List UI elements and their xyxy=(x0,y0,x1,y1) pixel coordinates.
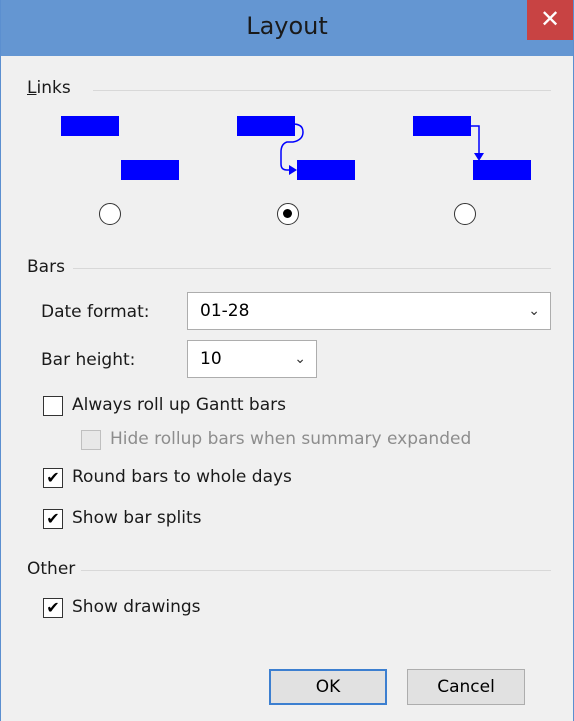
cancel-button[interactable]: Cancel xyxy=(407,669,525,705)
link-style-scurve-radio[interactable] xyxy=(277,203,299,225)
title-bar: Layout ✕ xyxy=(1,0,573,56)
other-section-label: Other xyxy=(27,559,76,579)
bar-height-value: 10 xyxy=(200,349,222,369)
bar-height-label: Bar height: xyxy=(41,350,136,370)
chevron-down-icon: ⌄ xyxy=(528,303,540,319)
link-style-straight-diagram[interactable] xyxy=(413,116,533,186)
date-format-select[interactable]: 01-28 ⌄ xyxy=(187,292,551,330)
hide-rollup-checkbox xyxy=(81,430,101,450)
ok-button[interactable]: OK xyxy=(269,669,387,705)
close-button[interactable]: ✕ xyxy=(527,0,573,40)
always-roll-up-label: Always roll up Gantt bars xyxy=(72,395,286,415)
link-style-straight-radio[interactable] xyxy=(454,203,476,225)
show-drawings-label: Show drawings xyxy=(72,597,201,617)
dialog-title: Layout xyxy=(246,12,328,40)
bars-section-label: Bars xyxy=(27,257,65,277)
bar-height-select[interactable]: 10 ⌄ xyxy=(187,340,317,378)
show-splits-checkbox[interactable]: ✔ xyxy=(43,509,63,529)
date-format-label: Date format: xyxy=(41,302,150,322)
successor-bar xyxy=(121,160,179,180)
chevron-down-icon: ⌄ xyxy=(294,351,306,367)
s-curve-connector-icon xyxy=(280,123,304,175)
round-bars-label: Round bars to whole days xyxy=(72,467,292,487)
bars-divider xyxy=(73,268,551,269)
links-divider xyxy=(93,90,551,91)
link-style-scurve-diagram[interactable] xyxy=(237,116,357,186)
links-section-label: Links xyxy=(27,78,71,98)
link-style-none-radio[interactable] xyxy=(99,203,121,225)
other-divider xyxy=(81,570,551,571)
always-roll-up-checkbox[interactable] xyxy=(43,396,63,416)
hide-rollup-label: Hide rollup bars when summary expanded xyxy=(110,429,472,449)
link-style-none-diagram[interactable] xyxy=(61,116,181,186)
close-icon: ✕ xyxy=(539,5,561,33)
show-splits-label: Show bar splits xyxy=(72,508,202,528)
date-format-value: 01-28 xyxy=(200,301,250,321)
predecessor-bar xyxy=(61,116,119,136)
straight-connector-icon xyxy=(471,125,484,161)
show-drawings-checkbox[interactable]: ✔ xyxy=(43,598,63,618)
layout-dialog: Layout ✕ Links Bars Date format: 01-28 ⌄… xyxy=(0,0,574,721)
round-bars-checkbox[interactable]: ✔ xyxy=(43,468,63,488)
